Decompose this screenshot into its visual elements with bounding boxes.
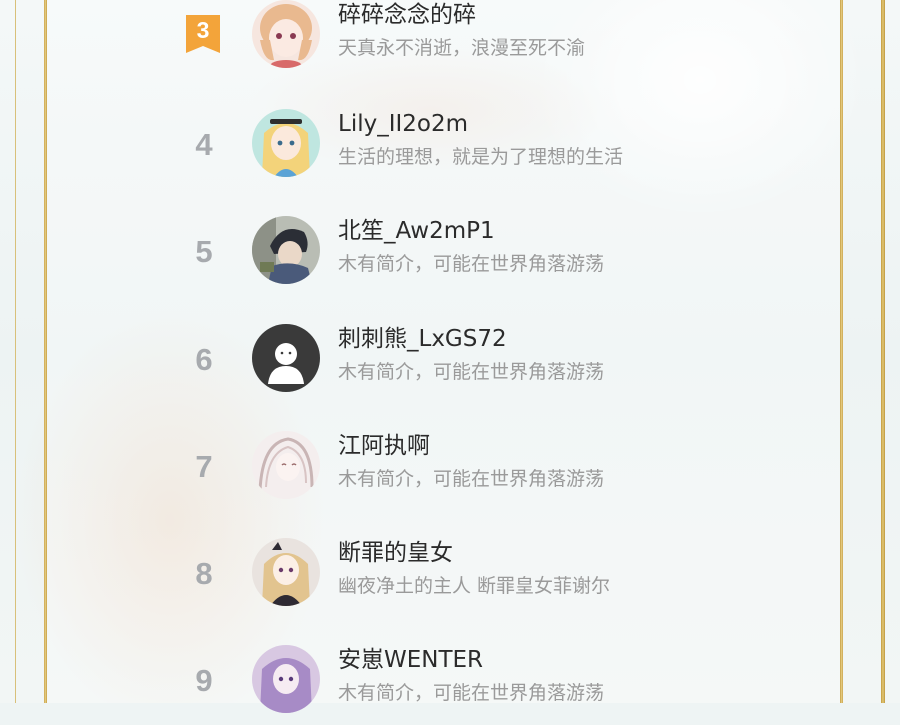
user-bio: 天真永不消逝，浪漫至死不渝	[338, 37, 586, 59]
anime-girl-avatar[interactable]	[252, 0, 320, 68]
user-bio: 木有简介，可能在世界角落游荡	[338, 253, 605, 275]
ranking-row[interactable]: 5 北笙_Aw2mP1 木有简介，可能在世界角落游荡	[160, 216, 760, 296]
rank-number: 9	[195, 663, 213, 698]
rank-number: 6	[195, 342, 213, 377]
anime-boy-avatar[interactable]	[252, 216, 320, 284]
user-bio: 木有简介，可能在世界角落游荡	[338, 468, 605, 490]
default-user-avatar[interactable]	[252, 324, 320, 392]
sketch-girl-avatar[interactable]	[252, 431, 320, 499]
user-name[interactable]: 碎碎念念的碎	[338, 0, 476, 30]
rank-number: 8	[195, 556, 213, 591]
user-bio: 生活的理想，就是为了理想的生活	[338, 146, 624, 168]
user-bio: 木有简介，可能在世界角落游荡	[338, 361, 605, 383]
ranking-row[interactable]: 4 Lily_II2o2m 生活的理想，就是为了理想的生活	[160, 109, 760, 189]
ranking-row[interactable]: 6 刺刺熊_LxGS72 木有简介，可能在世界角落游荡	[160, 324, 760, 404]
user-name[interactable]: Lily_II2o2m	[338, 109, 468, 139]
rank-number: 3	[196, 17, 210, 43]
alice-avatar[interactable]	[252, 109, 320, 177]
rank-badge: 3	[186, 15, 220, 53]
user-name[interactable]: 江阿执啊	[338, 431, 430, 461]
user-name[interactable]: 安崽WENTER	[338, 645, 483, 675]
user-name[interactable]: 断罪的皇女	[338, 538, 453, 568]
outer-frame-right	[881, 0, 885, 703]
ranking-row[interactable]: 7 江阿执啊 木有简介，可能在世界角落游荡	[160, 431, 760, 511]
outer-frame-left	[15, 0, 16, 703]
user-name[interactable]: 刺刺熊_LxGS72	[338, 324, 507, 354]
user-bio: 幽夜净土的主人 断罪皇女菲谢尔	[338, 575, 611, 597]
rank-number: 7	[195, 449, 213, 484]
rank-number: 5	[195, 234, 213, 269]
gold-frame-right	[840, 0, 843, 703]
user-bio: 木有简介，可能在世界角落游荡	[338, 682, 605, 704]
ranking-row[interactable]: 3 碎碎念念的碎 天真永不消逝，浪漫至死不渝	[160, 0, 760, 80]
ranking-row[interactable]: 8 断罪的皇女 幽夜净土的主人 断罪皇女菲谢尔	[160, 538, 760, 618]
ranking-row[interactable]: 9 安崽WENTER 木有简介，可能在世界角落游荡	[160, 645, 760, 725]
rank-number: 4	[195, 127, 213, 162]
blonde-girl-avatar[interactable]	[252, 538, 320, 606]
user-name[interactable]: 北笙_Aw2mP1	[338, 216, 495, 246]
